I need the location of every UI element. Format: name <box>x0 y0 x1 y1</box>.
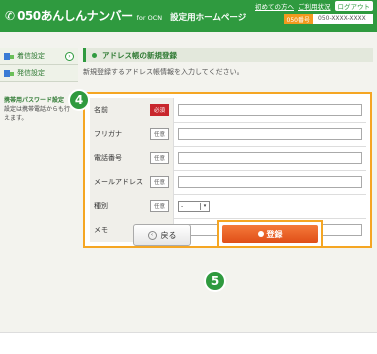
sidebar: 着信設定 › 発信設定 携帯用パスワード設定 設定は携帯電話からも行えます。 <box>0 48 78 125</box>
form-row-email: メールアドレス 任意 <box>90 170 366 195</box>
step-5-marker: 5 <box>204 270 226 292</box>
brand-name: 050あんしんナンバー <box>17 9 133 23</box>
register-button[interactable]: 登録 <box>222 225 318 243</box>
number-label: 050番号 <box>283 14 313 24</box>
logo[interactable]: ✆ 050あんしんナンバー for OCN 設定用ホームページ <box>5 7 246 24</box>
type-select-value: - <box>181 202 184 210</box>
logout-button[interactable]: ログアウト <box>334 1 373 11</box>
content-area: 着信設定 › 発信設定 携帯用パスワード設定 設定は携帯電話からも行えます。 ア… <box>0 32 377 332</box>
number-value: 050-XXXX-XXXX <box>313 14 373 24</box>
optional-badge: 任意 <box>149 176 169 188</box>
number-display: 050番号 050-XXXX-XXXX <box>283 14 373 24</box>
link-first-time[interactable]: 初めての方へ <box>255 1 294 11</box>
back-button-label: 戻る <box>160 230 177 240</box>
sidebar-item-outgoing[interactable]: 発信設定 <box>0 65 78 82</box>
chevron-right-icon: › <box>65 51 74 61</box>
field-label: フリガナ <box>94 130 122 138</box>
required-badge: 必須 <box>149 104 169 116</box>
outgoing-icon <box>4 69 14 78</box>
form-row-type: 種別 任意 - ▾ <box>90 194 366 219</box>
phone-input[interactable] <box>178 152 362 164</box>
kana-input[interactable] <box>178 128 362 140</box>
optional-badge: 任意 <box>149 152 169 164</box>
field-label: 種別 <box>94 202 108 210</box>
bullet-icon <box>92 52 97 58</box>
page-title: 設定用ホームページ <box>170 13 247 23</box>
step-4-marker: 4 <box>68 89 90 111</box>
form-row-name: 名前 必須 <box>90 98 366 123</box>
section-header: アドレス帳の新規登録 <box>83 48 373 62</box>
section-title: アドレス帳の新規登録 <box>102 50 177 60</box>
mobile-password-note[interactable]: 携帯用パスワード設定 設定は携帯電話からも行えます。 <box>0 92 78 125</box>
footer <box>0 332 377 354</box>
field-label: メモ <box>94 226 108 234</box>
main-panel: アドレス帳の新規登録 新規登録するアドレス帳情報を入力してください。 名前 必須… <box>83 48 373 248</box>
optional-badge: 任意 <box>149 128 169 140</box>
field-label: 電話番号 <box>94 154 122 162</box>
register-button-label: 登録 <box>266 229 283 239</box>
sidebar-item-incoming[interactable]: 着信設定 › <box>0 48 78 65</box>
back-arrow-icon: ‹ <box>147 230 157 240</box>
type-select[interactable]: - ▾ <box>178 200 210 212</box>
name-input[interactable] <box>178 104 362 116</box>
top-links: 初めての方へ ご利用状況 ログアウト <box>255 1 373 11</box>
brand-suffix: for OCN <box>136 14 163 22</box>
form-hint: 新規登録するアドレス帳情報を入力してください。 <box>83 68 244 76</box>
header: ✆ 050あんしんナンバー for OCN 設定用ホームページ 初めての方へ ご… <box>0 0 377 32</box>
field-label: メールアドレス <box>94 178 143 186</box>
back-button[interactable]: ‹ 戻る <box>133 224 191 246</box>
note-text: 設定は携帯電話からも行えます。 <box>4 106 71 122</box>
field-label: 名前 <box>94 106 108 114</box>
register-highlight: 登録 <box>217 220 323 248</box>
email-input[interactable] <box>178 176 362 188</box>
form-row-phone: 電話番号 任意 <box>90 146 366 171</box>
form-row-kana: フリガナ 任意 <box>90 122 366 147</box>
chevron-down-icon: ▾ <box>200 202 209 210</box>
link-usage[interactable]: ご利用状況 <box>298 1 331 11</box>
sidebar-item-label: 発信設定 <box>17 69 45 77</box>
optional-badge: 任意 <box>149 200 169 212</box>
incoming-icon <box>4 52 14 61</box>
register-icon <box>257 231 264 237</box>
phone-icon: ✆ <box>5 9 16 23</box>
note-title: 携帯用パスワード設定 <box>4 97 65 104</box>
sidebar-item-label: 着信設定 <box>17 52 45 60</box>
